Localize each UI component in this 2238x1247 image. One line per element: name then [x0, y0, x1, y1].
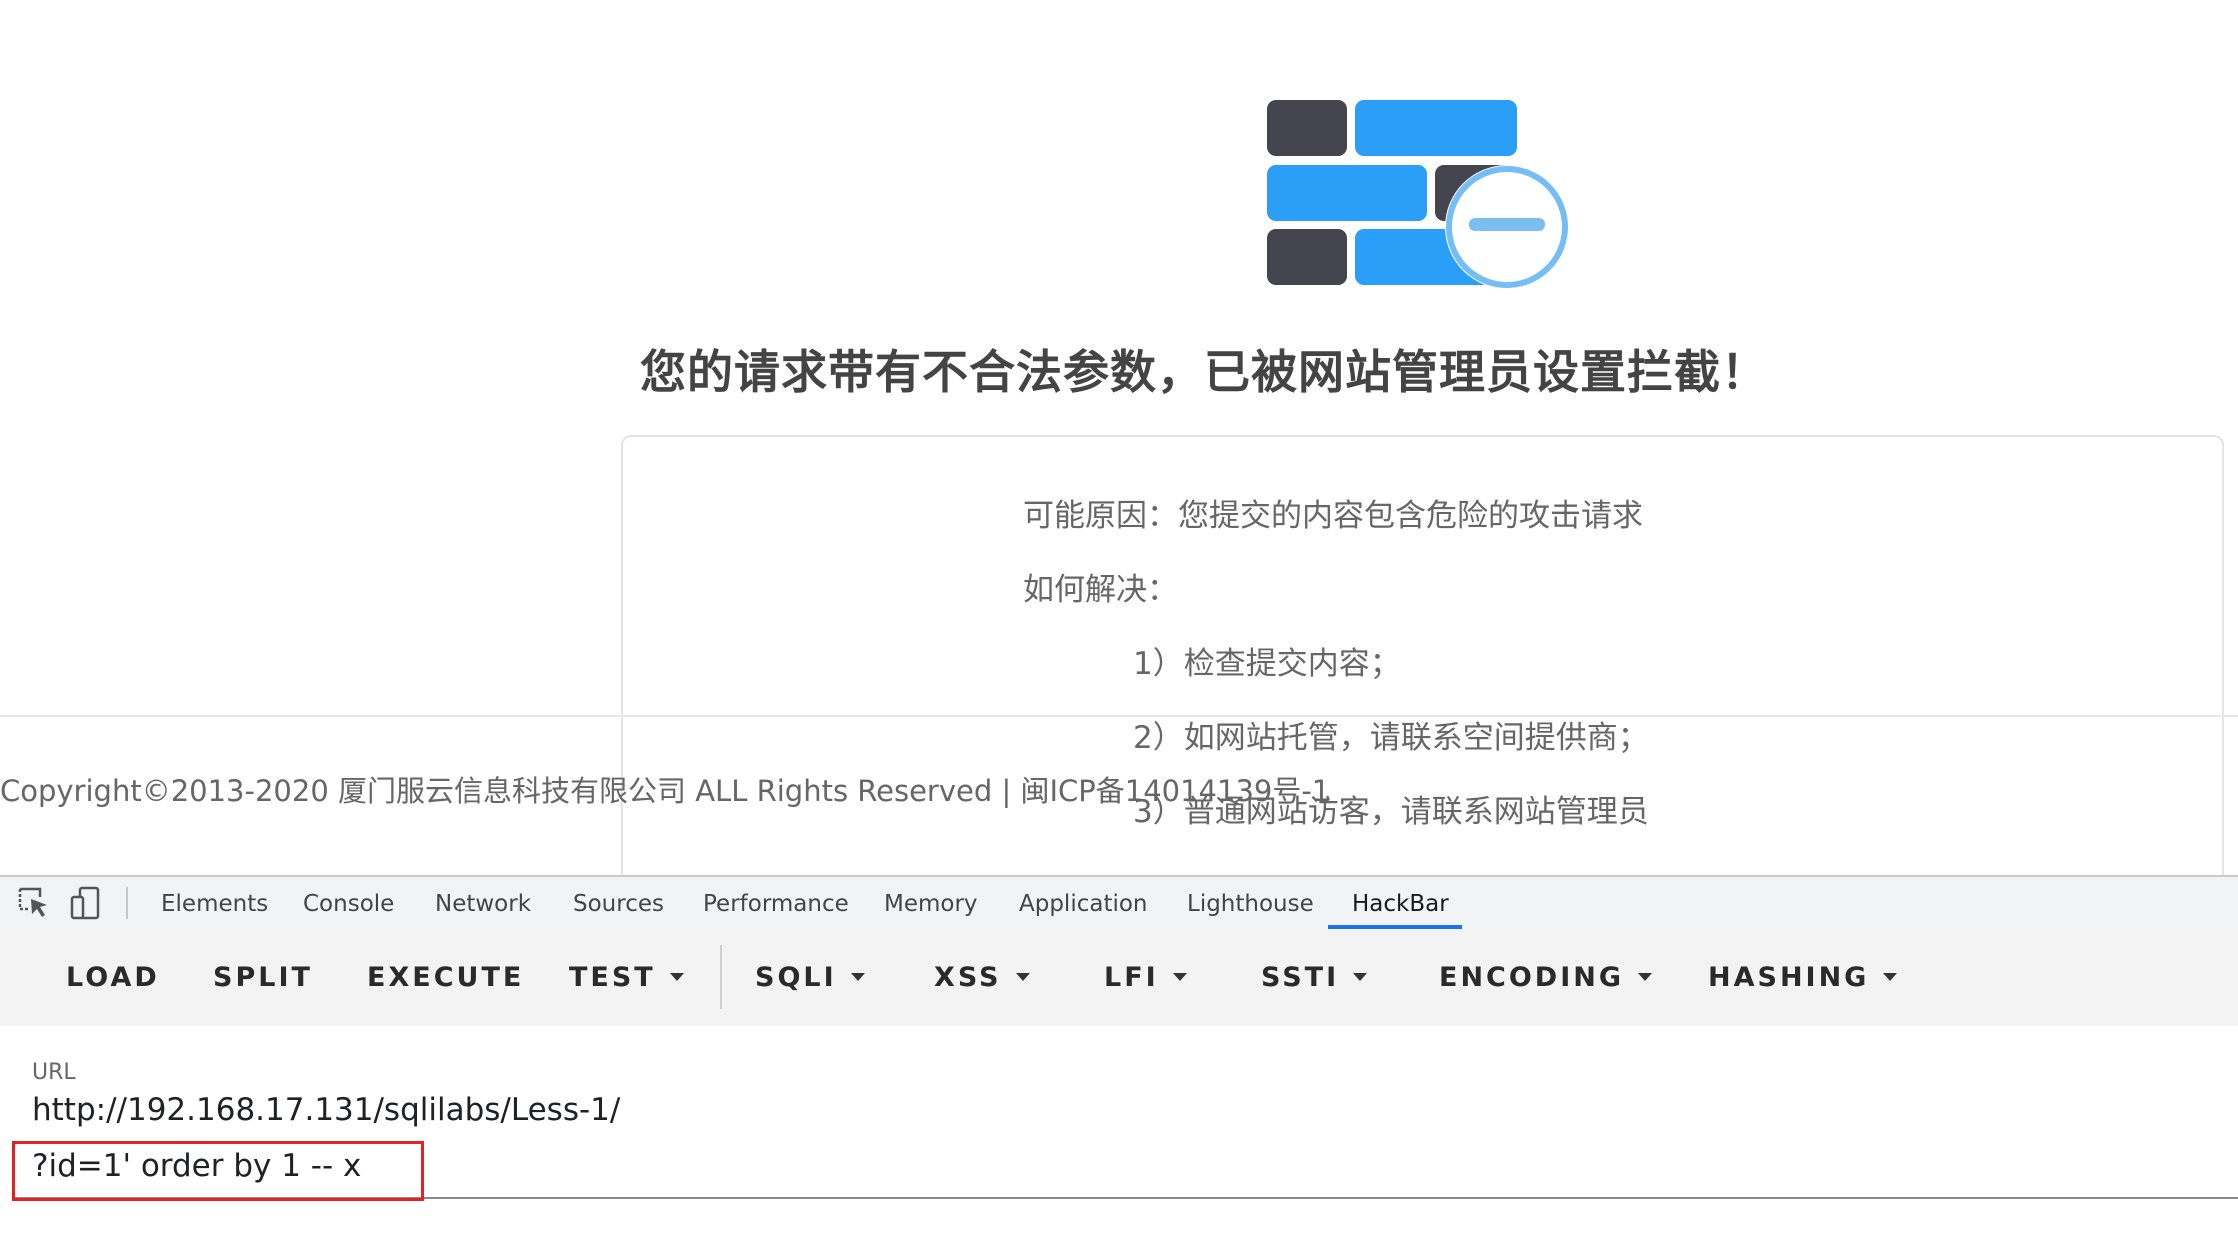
- devtools-tab-bar: Elements Console Network Sources Perform…: [0, 877, 2238, 931]
- toolbar-separator: [720, 945, 722, 1009]
- reason-text: 可能原因：您提交的内容包含危险的攻击请求: [1023, 498, 1643, 534]
- blocked-page: 您的请求带有不合法参数，已被网站管理员设置拦截！ 可能原因：您提交的内容包含危险…: [0, 0, 2238, 875]
- how-to-fix-heading: 如何解决：: [1023, 572, 1178, 608]
- caret-down-icon: [669, 972, 684, 981]
- highlight-box: [12, 1141, 424, 1201]
- caret-down-icon: [1015, 972, 1030, 981]
- url-area: URL http://192.168.17.131/sqlilabs/Less-…: [0, 1026, 2238, 1247]
- hashing-dropdown[interactable]: HASHING: [1708, 929, 1898, 1026]
- tab-sources[interactable]: Sources: [573, 877, 664, 929]
- devtools-panel: Elements Console Network Sources Perform…: [0, 875, 2238, 1247]
- footer-divider: [0, 715, 2238, 717]
- hackbar-toolbar: LOAD SPLIT EXECUTE TEST SQLI XSS LFI SST…: [0, 929, 2238, 1026]
- caret-down-icon: [1353, 972, 1368, 981]
- fix-step-2: 2）如网站托管，请联系空间提供商；: [1133, 720, 1649, 756]
- tab-elements[interactable]: Elements: [161, 877, 268, 929]
- sqli-dropdown[interactable]: SQLI: [755, 929, 865, 1026]
- caret-down-icon: [1172, 972, 1187, 981]
- caret-down-icon: [1883, 972, 1898, 981]
- device-toolbar-icon[interactable]: [68, 885, 104, 921]
- tab-memory[interactable]: Memory: [884, 877, 978, 929]
- tab-lighthouse[interactable]: Lighthouse: [1187, 877, 1314, 929]
- load-button[interactable]: LOAD: [66, 929, 160, 1026]
- encoding-dropdown[interactable]: ENCODING: [1439, 929, 1653, 1026]
- tab-application[interactable]: Application: [1019, 877, 1148, 929]
- tab-network[interactable]: Network: [435, 877, 531, 929]
- tab-console[interactable]: Console: [303, 877, 394, 929]
- split-button[interactable]: SPLIT: [213, 929, 313, 1026]
- url-input-line-1[interactable]: http://192.168.17.131/sqlilabs/Less-1/: [32, 1092, 620, 1128]
- execute-button[interactable]: EXECUTE: [367, 929, 524, 1026]
- block-title: 您的请求带有不合法参数，已被网站管理员设置拦截！: [640, 345, 1768, 399]
- url-label: URL: [32, 1060, 76, 1085]
- xss-dropdown[interactable]: XSS: [934, 929, 1030, 1026]
- tab-bar-separator: [126, 887, 128, 919]
- ssti-dropdown[interactable]: SSTI: [1261, 929, 1368, 1026]
- fix-step-1: 1）检查提交内容；: [1133, 646, 1401, 682]
- test-dropdown[interactable]: TEST: [569, 929, 684, 1026]
- lfi-dropdown[interactable]: LFI: [1104, 929, 1187, 1026]
- caret-down-icon: [1638, 972, 1653, 981]
- caret-down-icon: [850, 972, 865, 981]
- tab-performance[interactable]: Performance: [703, 877, 849, 929]
- firewall-block-icon: [1267, 100, 1569, 289]
- tab-hackbar[interactable]: HackBar: [1352, 877, 1449, 929]
- inspect-element-icon[interactable]: [16, 885, 52, 921]
- footer-copyright: Copyright©2013-2020 厦门服云信息科技有限公司 ALL Rig…: [0, 774, 1331, 808]
